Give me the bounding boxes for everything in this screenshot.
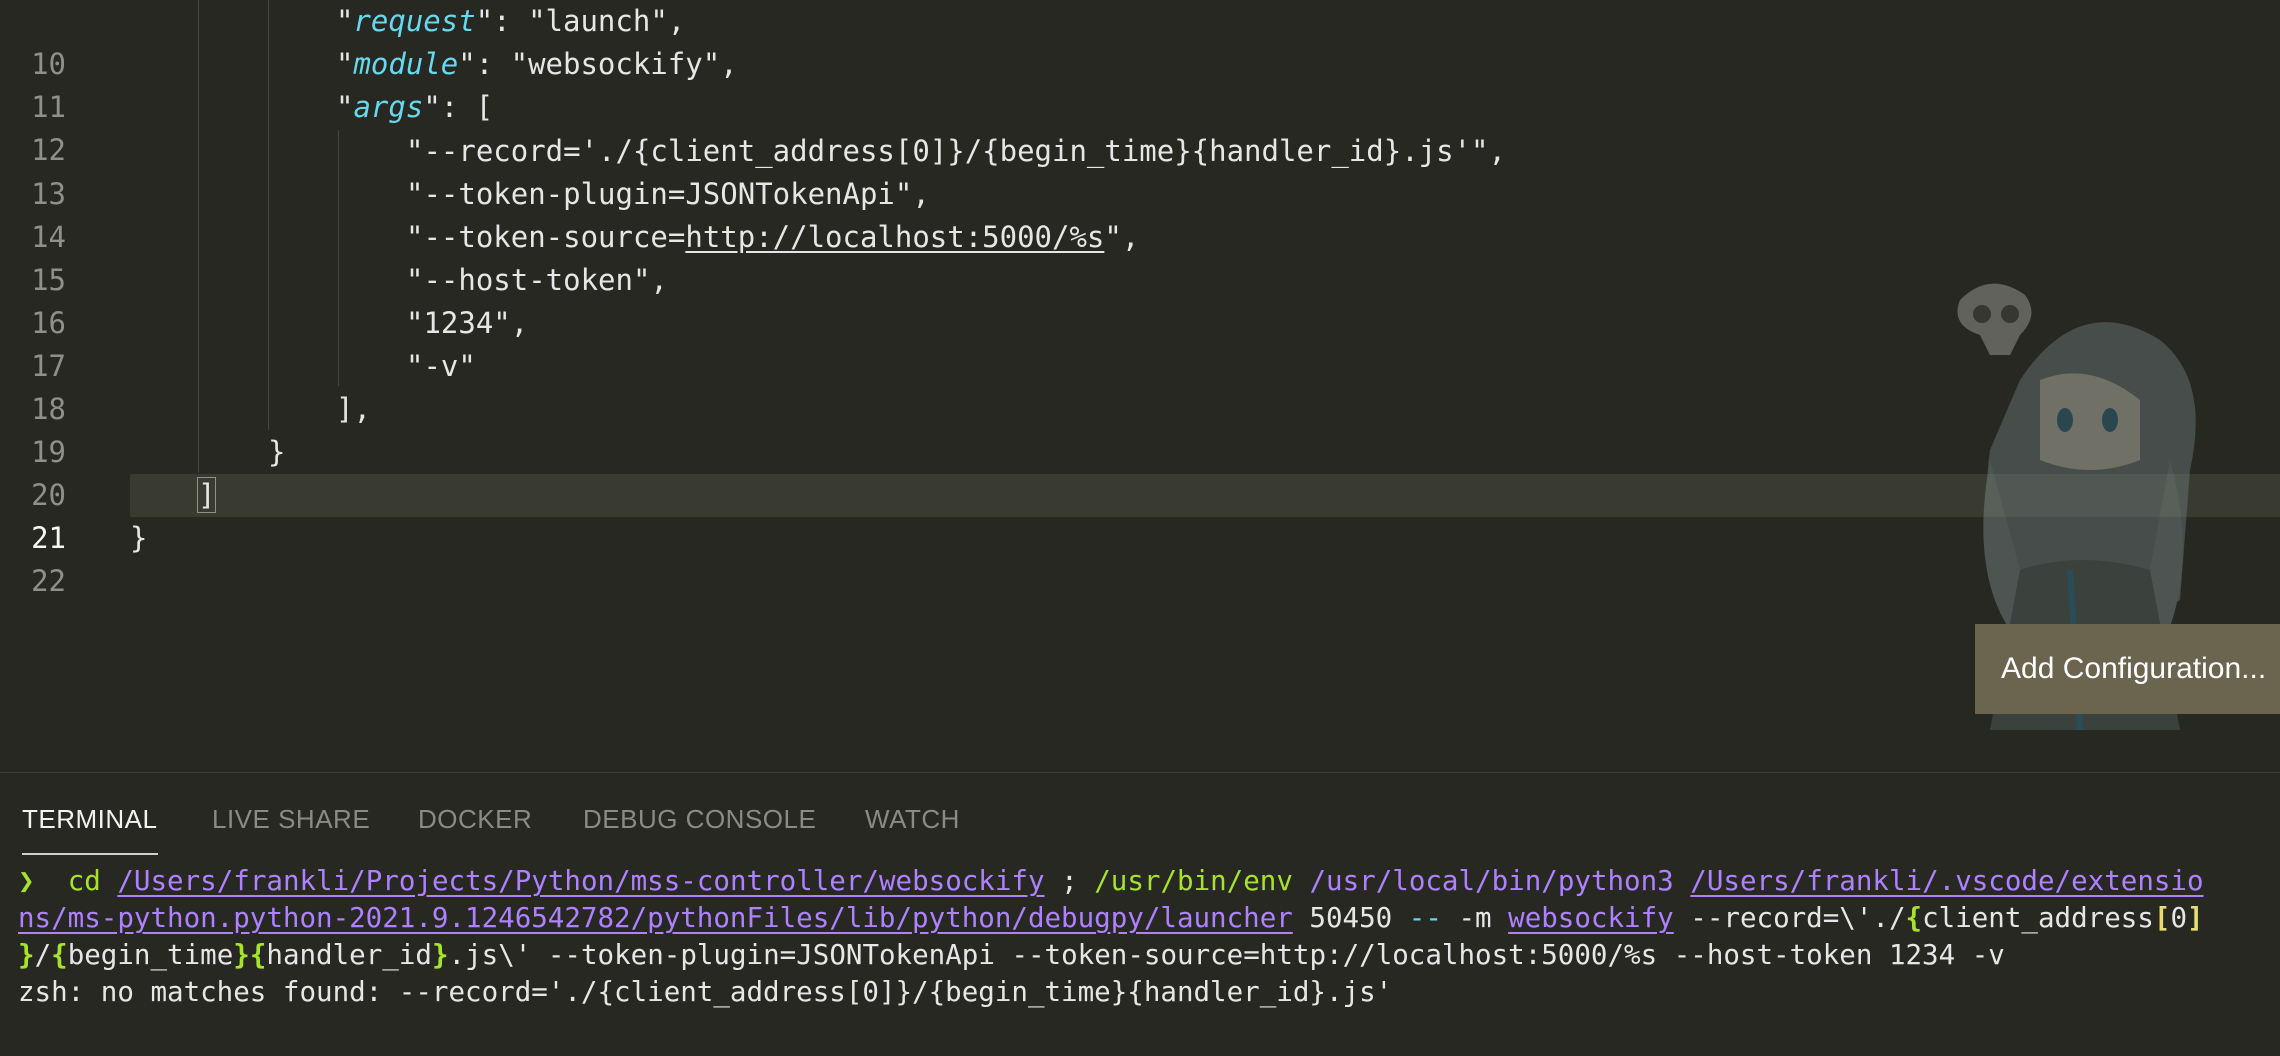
terminal-output[interactable]: ❯ cd /Users/frankli/Projects/Python/mss-… [0, 863, 2280, 1056]
tab-docker[interactable]: DOCKER [418, 799, 532, 839]
url-link[interactable]: http://localhost:5000/%s [685, 220, 1104, 254]
terminal-line-3: }/{begin_time}{handler_id}.js\' --token-… [18, 939, 2005, 971]
code-text: "module": "websockify", [336, 47, 738, 81]
tab-debug-console[interactable]: DEBUG CONSOLE [583, 799, 816, 839]
code-text: } [268, 435, 286, 469]
code-text: "1234", [406, 306, 529, 340]
prompt-icon: ❯ [18, 865, 35, 897]
code-line-11: 11 "module": "websockify", [0, 43, 2280, 124]
code-text: } [130, 521, 148, 555]
code-text: ], [336, 392, 371, 426]
code-editor[interactable]: 10 "request": "launch", 11 "module": "we… [0, 0, 2280, 772]
tab-terminal[interactable]: TERMINAL [22, 799, 157, 839]
code-line-10: 10 "request": "launch", [0, 0, 2280, 81]
code-text: "--token-plugin=JSONTokenApi", [406, 177, 930, 211]
code-text: "args": [ [336, 90, 494, 124]
terminal-line-2: ns/ms-python.python-2021.9.1246542782/py… [18, 902, 2204, 934]
add-configuration-button[interactable]: Add Configuration... [1975, 624, 2280, 714]
panel-tab-bar: TERMINAL LIVE SHARE DOCKER DEBUG CONSOLE… [0, 773, 2280, 863]
terminal-line-4-error: zsh: no matches found: --record='./{clie… [18, 976, 1393, 1008]
code-line-13: 13 "--record='./{client_address[0]}/{beg… [0, 130, 2280, 211]
tab-watch[interactable]: WATCH [865, 799, 960, 839]
code-text: ] [196, 474, 217, 517]
terminal-line-1: ❯ cd /Users/frankli/Projects/Python/mss-… [18, 865, 2204, 897]
code-text: "-v" [406, 349, 476, 383]
active-tab-indicator [22, 853, 158, 855]
line-number: 22 [31, 564, 66, 598]
code-line-15: 15 "--token-source=http://localhost:5000… [0, 216, 2280, 297]
code-line-12: 12 "args": [ [0, 86, 2280, 167]
code-text: "--token-source=http://localhost:5000/%s… [406, 220, 1140, 254]
code-text: "--record='./{client_address[0]}/{begin_… [406, 134, 1506, 168]
line-number: 20 [31, 478, 66, 512]
code-text: "--host-token", [406, 263, 668, 297]
matched-bracket: ] [196, 477, 217, 513]
tab-live-share[interactable]: LIVE SHARE [212, 799, 370, 839]
code-line-14: 14 "--token-plugin=JSONTokenApi", [0, 173, 2280, 254]
code-text: "request": "launch", [336, 4, 686, 38]
